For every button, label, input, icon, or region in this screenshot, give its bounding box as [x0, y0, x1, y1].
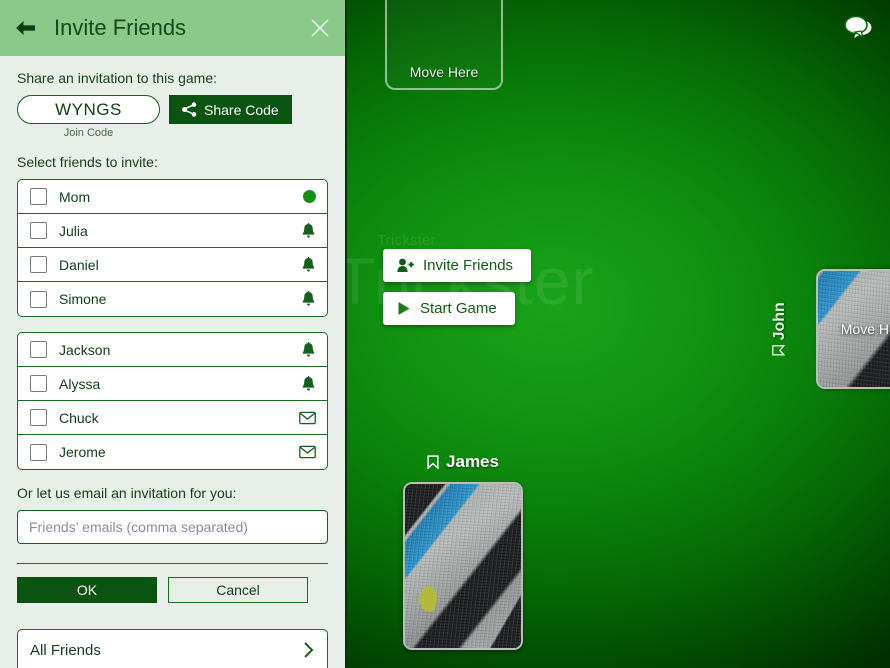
bookmark-icon [427, 455, 439, 469]
card-texture [817, 271, 890, 387]
share-section-label: Share an invitation to this game: [17, 70, 218, 86]
friend-group: Mom Julia Daniel Simone [17, 179, 328, 317]
seat-john-name: John [770, 302, 788, 341]
friend-checkbox[interactable] [30, 290, 47, 308]
bell-icon [302, 256, 315, 272]
friends-section-label: Select friends to invite: [17, 154, 158, 170]
friend-checkbox[interactable] [30, 341, 47, 358]
app-root: Trickster Trickster Move Here [0, 0, 890, 668]
friend-name: Alyssa [59, 375, 101, 392]
invite-friends-button[interactable]: Invite Friends [383, 249, 532, 282]
friend-checkbox[interactable] [30, 256, 47, 273]
all-friends-row[interactable]: All Friends [17, 629, 328, 668]
chat-bubbles-icon [844, 15, 872, 39]
envelope-icon [299, 445, 316, 459]
online-dot-icon [303, 190, 316, 203]
friend-checkbox[interactable] [30, 409, 47, 426]
card-art-accent [420, 585, 438, 612]
friend-status-icon [303, 190, 316, 203]
seat-james-name: James [446, 452, 499, 471]
friend-row[interactable]: Jerome [18, 435, 327, 469]
friend-checkbox[interactable] [30, 188, 47, 205]
friend-groups: Mom Julia Daniel Simone Jackson Alyssa Chuck Je… [17, 179, 328, 470]
start-game-button-label: Start Game [420, 300, 497, 317]
friend-row[interactable]: Julia [18, 214, 327, 248]
invite-friends-button-label: Invite Friends [423, 257, 514, 274]
friend-checkbox[interactable] [30, 222, 47, 239]
page-title: Invite Friends [54, 15, 187, 40]
close-button[interactable] [309, 17, 331, 39]
emails-input[interactable] [17, 510, 328, 544]
seat-john-name-group: John [771, 302, 789, 356]
play-icon [398, 302, 410, 315]
share-code-button[interactable]: Share Code [169, 95, 292, 124]
seat-james-card[interactable] [403, 482, 523, 650]
friend-name: Simone [59, 291, 107, 307]
bell-icon [302, 291, 315, 306]
share-code-row: WYNGS Join Code Share Code [17, 95, 328, 139]
email-section-label: Or let us email an invitation for you: [17, 485, 237, 501]
bell-icon [302, 341, 315, 357]
envelope-icon [299, 411, 316, 424]
friend-row[interactable]: Alyssa [18, 367, 327, 401]
friend-checkbox[interactable] [30, 375, 47, 392]
chevron-right-icon [304, 642, 314, 658]
friend-status-icon [301, 291, 316, 307]
friend-name: Chuck [59, 409, 99, 426]
card-texture [405, 484, 521, 648]
back-button[interactable] [14, 18, 38, 38]
friend-name: Jerome [59, 444, 106, 460]
friend-name: Mom [59, 188, 91, 205]
arrow-left-icon [16, 21, 35, 35]
friend-status-icon [299, 411, 316, 425]
ok-button[interactable]: OK [17, 577, 157, 603]
join-code-value[interactable]: WYNGS [17, 95, 160, 124]
panel-header: Invite Friends [0, 0, 345, 56]
seat-james-name-group: James [383, 452, 543, 472]
join-code-caption: Join Code [63, 127, 114, 139]
move-here-slot-top-label: Move Here [409, 64, 479, 80]
all-friends-label: All Friends [30, 641, 101, 659]
invite-friends-panel: Invite Friends Share an invitation to th… [0, 0, 347, 668]
seat-james: James [383, 452, 543, 650]
friend-status-icon [301, 341, 316, 358]
friend-checkbox[interactable] [30, 443, 47, 461]
divider [17, 563, 328, 564]
friend-status-icon [301, 222, 316, 239]
dialog-actions: OK Cancel [17, 577, 328, 603]
bookmark-icon [772, 345, 786, 356]
bell-icon [302, 375, 315, 391]
friend-row[interactable]: Daniel [18, 248, 327, 282]
game-table: Trickster Trickster Move Here [347, 0, 890, 668]
start-game-button[interactable]: Start Game [383, 292, 515, 325]
friend-row[interactable]: Simone [18, 282, 327, 316]
seat-john: John Move Here [753, 269, 890, 389]
close-icon [311, 19, 329, 37]
friend-status-icon [299, 445, 316, 459]
share-code-button-label: Share Code [204, 101, 279, 118]
add-person-icon [397, 258, 414, 272]
friend-name: Jackson [59, 341, 111, 358]
friend-status-icon [301, 256, 316, 273]
friend-row[interactable]: Chuck [18, 401, 327, 435]
seat-john-card[interactable]: Move Here [815, 269, 890, 389]
friend-row[interactable]: Jackson [18, 333, 327, 367]
chat-button[interactable] [842, 12, 876, 42]
friend-row[interactable]: Mom [18, 180, 327, 214]
game-actions: Invite Friends Start Game [383, 249, 532, 325]
friend-name: Julia [59, 222, 88, 239]
friend-group: Jackson Alyssa Chuck Jerome [17, 332, 328, 470]
panel-body: Share an invitation to this game: WYNGS … [0, 56, 345, 668]
friend-status-icon [301, 375, 316, 392]
move-here-slot-top[interactable]: Move Here [385, 0, 503, 90]
share-icon [182, 102, 197, 117]
cancel-button[interactable]: Cancel [168, 577, 308, 603]
friend-name: Daniel [59, 256, 99, 273]
bell-icon [302, 222, 315, 238]
